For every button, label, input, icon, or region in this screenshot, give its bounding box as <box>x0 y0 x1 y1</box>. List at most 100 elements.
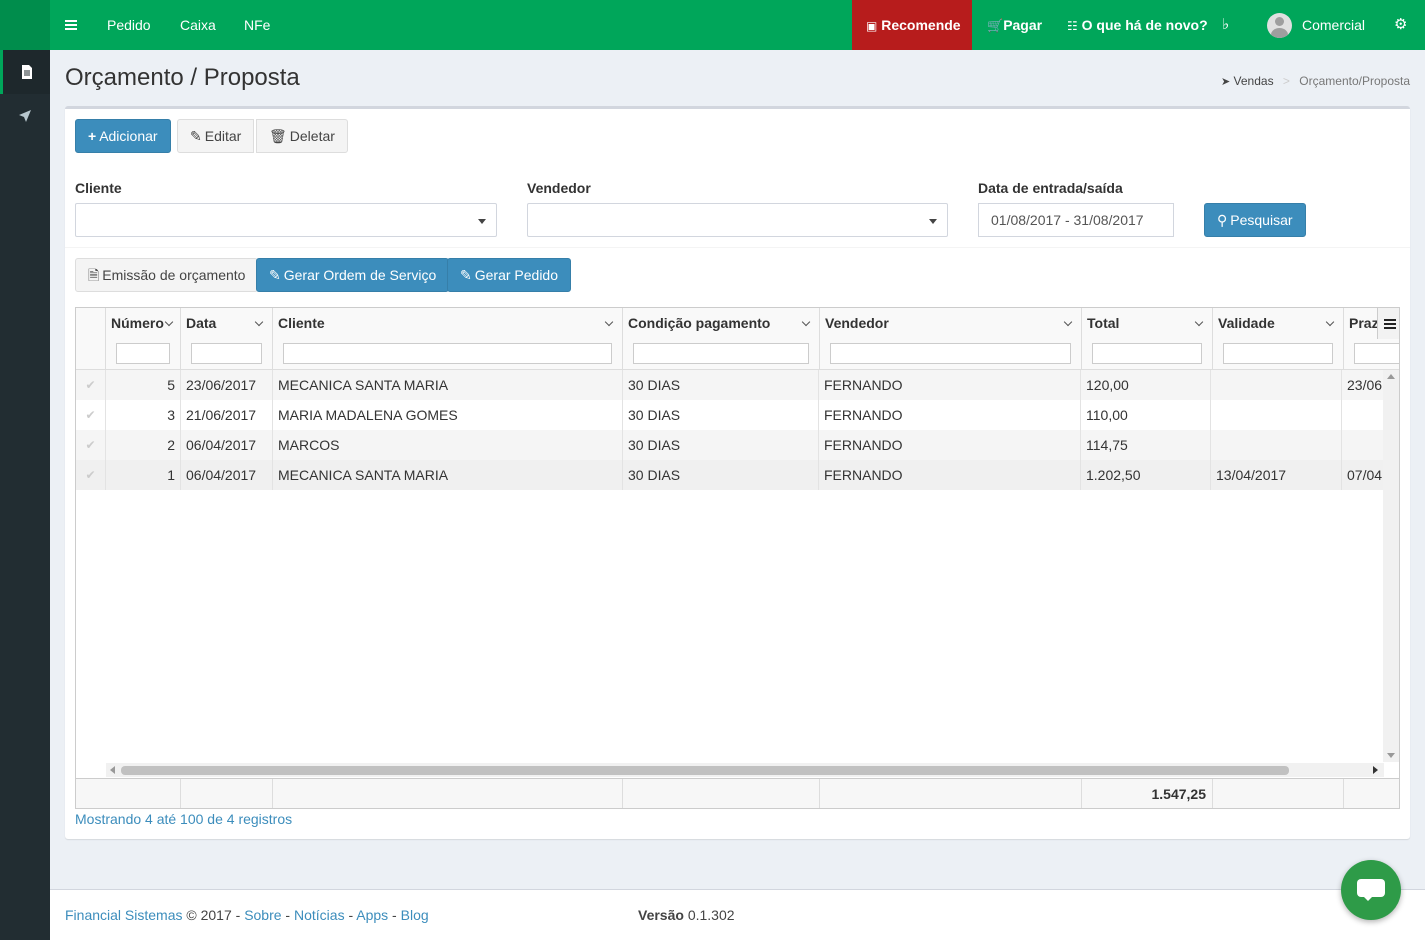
check-icon[interactable]: ✔ <box>76 430 106 460</box>
nav-caixa[interactable]: Caixa <box>180 0 216 50</box>
filter-data[interactable] <box>191 343 262 364</box>
document-icon <box>21 65 32 79</box>
chevron-down-icon[interactable] <box>254 317 264 327</box>
footer-link-apps[interactable]: Apps <box>356 907 388 923</box>
cell-data: 21/06/2017 <box>181 400 273 430</box>
chevron-down-icon[interactable] <box>801 317 811 327</box>
gear-icon[interactable]: ⚙ <box>1394 0 1407 50</box>
column-header-data[interactable]: Data <box>181 308 273 370</box>
header-label: Cliente <box>278 315 325 331</box>
breadcrumb-separator: > <box>1282 74 1290 88</box>
user-name[interactable]: Comercial <box>1302 0 1365 50</box>
cliente-select[interactable] <box>75 203 497 237</box>
vendedor-select[interactable] <box>527 203 948 237</box>
scroll-right-icon[interactable] <box>1373 766 1378 774</box>
recomende-label: Recomende <box>881 17 961 33</box>
chevron-down-icon[interactable] <box>164 317 174 327</box>
footer-link-blog[interactable]: Blog <box>401 907 429 923</box>
add-button[interactable]: + Adicionar <box>75 119 171 153</box>
table-row[interactable]: ✔ 1 06/04/2017 MECANICA SANTA MARIA 30 D… <box>76 460 1384 490</box>
nav-pedido[interactable]: Pedido <box>107 0 151 50</box>
select-column-header <box>76 308 106 370</box>
column-header-validade[interactable]: Validade <box>1213 308 1344 370</box>
cell-cliente: MECANICA SANTA MARIA <box>273 460 623 490</box>
chat-button[interactable] <box>1341 860 1401 920</box>
cell-total: 110,00 <box>1081 400 1211 430</box>
column-menu-button[interactable] <box>1377 308 1399 339</box>
cell-validade <box>1211 370 1342 400</box>
nav-nfe[interactable]: NFe <box>244 0 270 50</box>
novidades-link[interactable]: ☷ O que há de novo? <box>1067 0 1208 50</box>
company-link[interactable]: Financial Sistemas <box>65 907 183 923</box>
version-info: Versão 0.1.302 <box>638 907 735 923</box>
cell-data: 23/06/2017 <box>181 370 273 400</box>
filter-vendedor[interactable] <box>830 343 1071 364</box>
pagar-label: Pagar <box>1003 17 1043 33</box>
grid-header: Número Data Cliente Condição pagamento V… <box>76 308 1399 370</box>
total-sum: 1.547,25 <box>1082 779 1213 808</box>
gerar-os-button[interactable]: ✎ Gerar Ordem de Serviço <box>256 258 450 292</box>
edit-square-icon: ✎ <box>269 267 281 283</box>
date-range-input[interactable]: 01/08/2017 - 31/08/2017 <box>978 203 1174 237</box>
column-header-cliente[interactable]: Cliente <box>273 308 623 370</box>
avatar[interactable] <box>1267 13 1292 38</box>
chevron-down-icon[interactable] <box>1063 317 1073 327</box>
scroll-up-icon[interactable] <box>1387 374 1395 379</box>
gerar-os-label: Gerar Ordem de Serviço <box>283 267 437 283</box>
sidebar-item-document[interactable] <box>0 50 50 94</box>
table-row[interactable]: ✔ 5 23/06/2017 MECANICA SANTA MARIA 30 D… <box>76 370 1384 400</box>
sidebar-item-rocket[interactable] <box>0 94 50 138</box>
table-row[interactable]: ✔ 3 21/06/2017 MARIA MADALENA GOMES 30 D… <box>76 400 1384 430</box>
date-label: Data de entrada/saída <box>978 180 1123 196</box>
check-icon[interactable]: ✔ <box>76 400 106 430</box>
scrollbar-thumb[interactable] <box>121 766 1289 775</box>
delete-button[interactable]: 🗑 Deletar <box>256 119 348 153</box>
check-icon[interactable]: ✔ <box>76 370 106 400</box>
horizontal-scrollbar[interactable] <box>106 763 1384 777</box>
search-button[interactable]: ⚲ Pesquisar <box>1204 203 1306 237</box>
copyright: © 2017 - <box>186 907 241 923</box>
filter-prazo[interactable] <box>1354 343 1399 364</box>
column-header-total[interactable]: Total <box>1082 308 1213 370</box>
chevron-down-icon[interactable] <box>1325 317 1335 327</box>
summary-cell <box>623 779 820 808</box>
cell-numero: 1 <box>106 460 181 490</box>
vertical-scrollbar[interactable] <box>1383 370 1399 762</box>
cell-vendedor: FERNANDO <box>819 430 1081 460</box>
chevron-down-icon[interactable] <box>1194 317 1204 327</box>
recomende-link[interactable]: ▣ Recomende <box>866 0 961 50</box>
gerar-pedido-label: Gerar Pedido <box>474 267 559 283</box>
menu-toggle-icon[interactable] <box>65 18 77 32</box>
check-icon[interactable]: ✔ <box>76 460 106 490</box>
filter-condicao[interactable] <box>633 343 809 364</box>
filter-total[interactable] <box>1092 343 1202 364</box>
header-label: Validade <box>1218 315 1275 331</box>
cell-prazo <box>1342 430 1384 460</box>
emissao-button[interactable]: 🗎 Emissão de orçamento <box>75 258 259 292</box>
filter-cliente[interactable] <box>283 343 612 364</box>
breadcrumb-root[interactable]: Vendas <box>1234 74 1274 88</box>
pagar-link[interactable]: 🛒Pagar <box>987 0 1042 50</box>
gift-icon: ☷ <box>1067 19 1078 33</box>
scroll-down-icon[interactable] <box>1387 753 1395 758</box>
chat-icon-tail <box>1362 895 1374 901</box>
scroll-left-icon[interactable] <box>110 766 115 774</box>
edit-button[interactable]: ✎ Editar <box>177 119 255 153</box>
footer-link-noticias[interactable]: Notícias <box>294 907 345 923</box>
vendedor-label: Vendedor <box>527 180 591 196</box>
edit-icon: ✎ <box>190 128 202 144</box>
column-header-numero[interactable]: Número <box>106 308 181 370</box>
gerar-pedido-button[interactable]: ✎ Gerar Pedido <box>447 258 572 292</box>
cell-vendedor: FERNANDO <box>819 370 1081 400</box>
table-row[interactable]: ✔ 2 06/04/2017 MARCOS 30 DIAS FERNANDO 1… <box>76 430 1384 460</box>
edit-square-icon: ✎ <box>460 267 472 283</box>
column-header-vendedor[interactable]: Vendedor <box>820 308 1082 370</box>
filter-validade[interactable] <box>1223 343 1333 364</box>
column-header-condicao[interactable]: Condição pagamento <box>623 308 820 370</box>
top-navbar: Pedido Caixa NFe ▣ Recomende 🛒Pagar ☷ O … <box>0 0 1425 50</box>
bell-icon[interactable]: ♭ <box>1222 0 1229 50</box>
filter-numero[interactable] <box>116 343 170 364</box>
footer-link-sobre[interactable]: Sobre <box>244 907 281 923</box>
header-label: Vendedor <box>825 315 889 331</box>
chevron-down-icon[interactable] <box>604 317 614 327</box>
